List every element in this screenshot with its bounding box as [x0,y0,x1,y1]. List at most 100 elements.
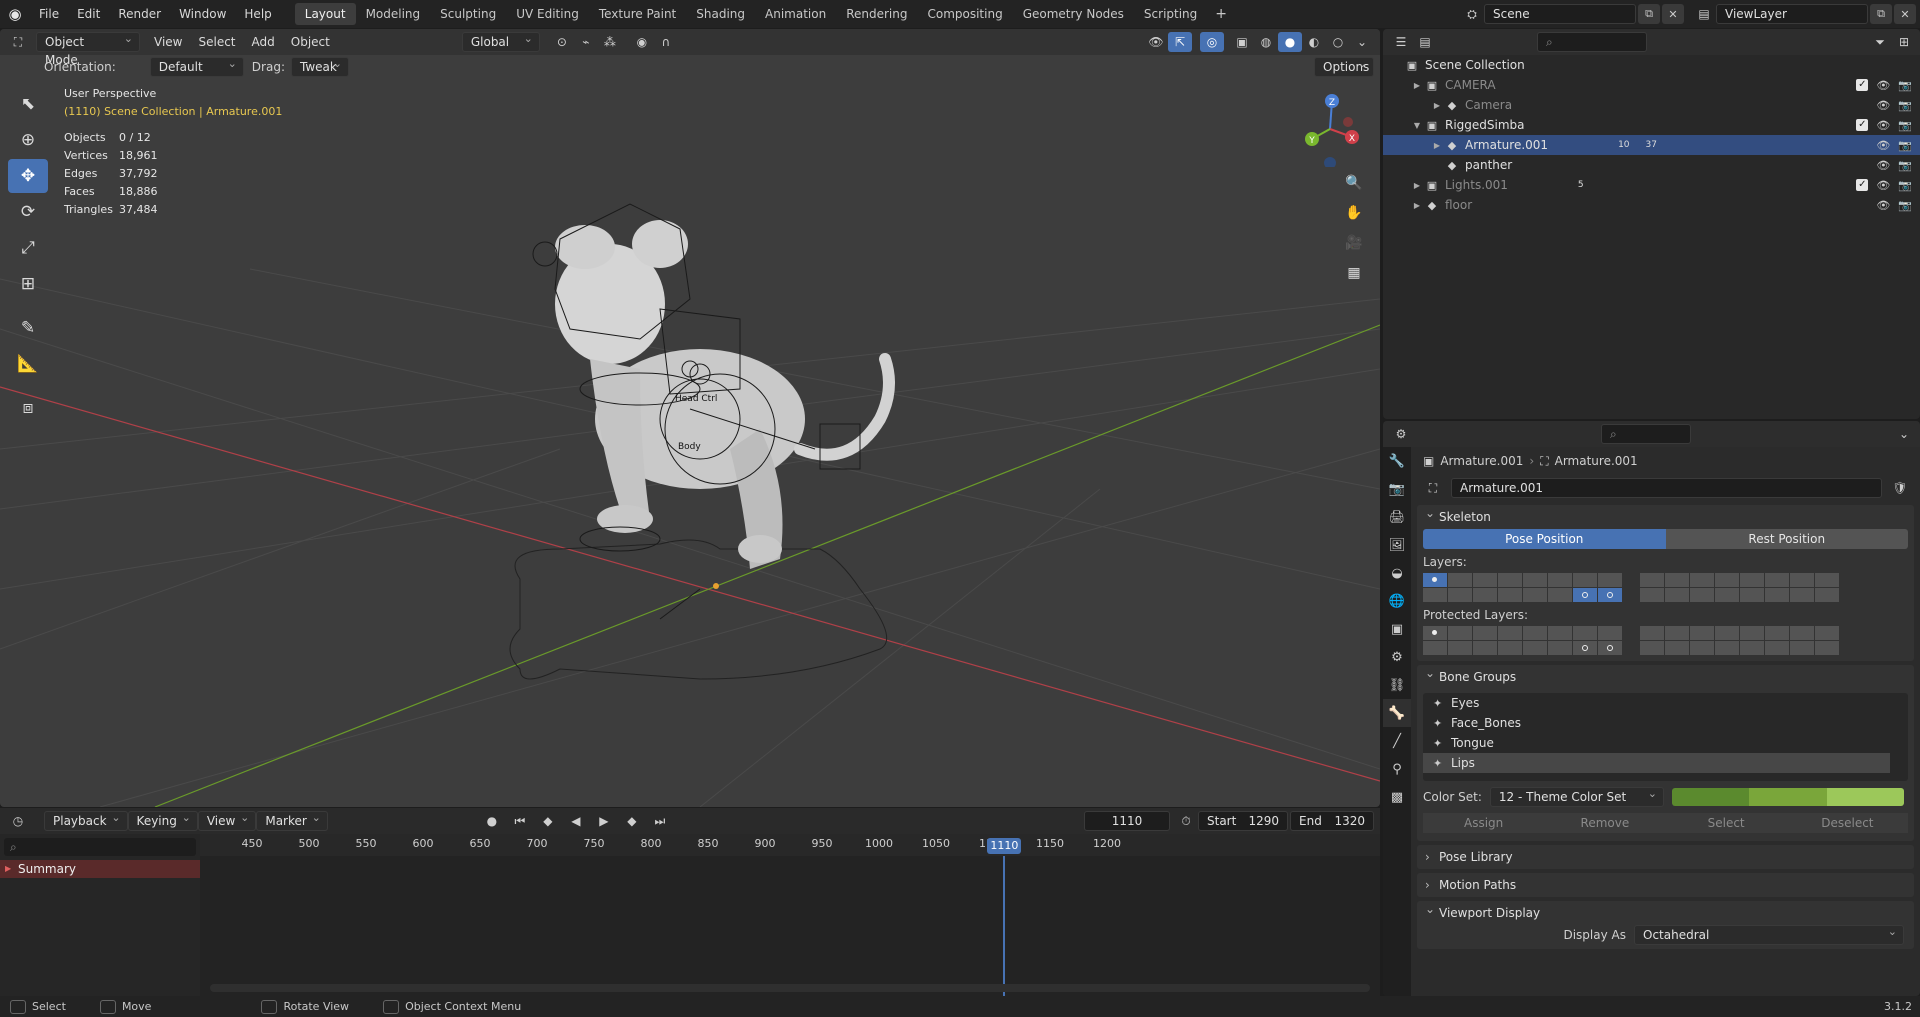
bone-group-remove-button[interactable]: Remove [1544,813,1666,833]
falloff-icon[interactable]: ∩ [654,32,678,52]
timeline-editor-type-icon[interactable]: ◷ [6,811,30,831]
summary-channel[interactable]: Summary [0,860,200,878]
gizmo-toggle-icon[interactable]: ⇱ [1168,32,1192,52]
layer-cell[interactable] [1790,626,1814,640]
tab-geometry-nodes[interactable]: Geometry Nodes [1013,3,1134,25]
fake-user-icon[interactable]: 🛡 [1888,478,1912,498]
shading-options-icon[interactable]: ⌄ [1350,32,1374,52]
outliner-row-lights-001[interactable]: ▶ ▣ Lights.001 5 ✓ 👁 📷 [1383,175,1920,195]
neg-z-axis-handle[interactable] [1324,157,1336,167]
start-frame-field[interactable]: Start 1290 [1198,811,1288,831]
render-camera-icon[interactable]: 📷 [1898,119,1912,132]
layer-cell[interactable] [1640,573,1664,587]
editor-type-icon[interactable]: ⛶ [6,32,30,52]
end-frame-field[interactable]: End 1320 [1290,811,1374,831]
expand-arrow-icon[interactable]: ▶ [1411,181,1423,190]
layer-cell[interactable] [1715,573,1739,587]
overlays-toggle-icon[interactable]: ◎ [1200,32,1224,52]
layer-cell[interactable] [1715,588,1739,602]
tab-animation[interactable]: Animation [755,3,836,25]
exclude-checkbox[interactable]: ✓ [1856,179,1869,191]
layer-cell[interactable] [1665,588,1689,602]
tab-sculpting[interactable]: Sculpting [430,3,506,25]
armature-name-field[interactable]: Armature.001 [1451,478,1882,498]
layer-cell[interactable] [1548,573,1572,587]
visibility-eye-icon[interactable]: 👁 [1876,159,1890,172]
layer-cell[interactable] [1765,626,1789,640]
layer-cell[interactable] [1523,626,1547,640]
layer-cell[interactable] [1690,588,1714,602]
pan-hand-icon[interactable]: ✋ [1340,199,1368,227]
layer-cell[interactable] [1573,573,1597,587]
layer-cell[interactable] [1448,641,1472,655]
layer-cell[interactable] [1665,573,1689,587]
layer-cell[interactable] [1740,626,1764,640]
proportional-edit-icon[interactable]: ◉ [630,32,654,52]
layer-cell[interactable] [1665,641,1689,655]
tab-modeling[interactable]: Modeling [356,3,431,25]
exclude-checkbox[interactable]: ✓ [1856,79,1869,91]
drag-dropdown[interactable]: Tweak [290,55,349,77]
scene-field[interactable]: Scene [1484,4,1636,24]
layer-cell[interactable] [1473,588,1497,602]
camera-view-icon[interactable]: 🎥 [1340,229,1368,257]
visibility-eye-icon[interactable]: 👁 [1876,199,1890,212]
layer-cell[interactable] [1640,588,1664,602]
pose-position-button[interactable]: Pose Position [1423,529,1666,549]
layer-cell[interactable] [1715,641,1739,655]
outliner-search-input[interactable]: ⌕ [1537,32,1647,52]
layer-cell[interactable] [1448,588,1472,602]
options-dropdown[interactable]: Options [1314,55,1374,77]
current-frame-field[interactable]: 1110 [1084,811,1170,831]
xray-toggle-icon[interactable]: ▣ [1230,32,1254,52]
layer-cell[interactable] [1498,573,1522,587]
layer-cell[interactable] [1815,641,1839,655]
color-set-swatch[interactable] [1671,788,1904,806]
world-tab-icon[interactable]: 🌐 [1383,587,1411,615]
layer-cell[interactable] [1790,573,1814,587]
play-icon[interactable]: ▶ [592,811,616,831]
pivot-point-icon[interactable]: ⊙ [550,32,574,52]
wireframe-shading-icon[interactable]: ◍ [1254,32,1278,52]
bone-group-item[interactable]: ✦ Tongue [1423,733,1908,753]
layer-cell[interactable] [1598,626,1622,640]
layer-cell[interactable] [1523,641,1547,655]
jump-start-icon[interactable]: ⏮ [508,811,532,831]
playhead-frame-badge[interactable]: 1110 [987,838,1022,854]
navigation-gizmo[interactable]: Z X Y [1300,87,1360,167]
menu-file[interactable]: File [30,0,68,28]
layer-cell[interactable] [1423,588,1447,602]
tab-layout[interactable]: Layout [294,3,356,25]
material-shading-icon[interactable]: ◐ [1302,32,1326,52]
jump-end-icon[interactable]: ⏭ [648,811,672,831]
scene-browse-icon[interactable]: ⛭ [1460,4,1484,24]
layer-cell[interactable] [1498,626,1522,640]
bone-group-select-button[interactable]: Select [1665,813,1787,833]
layer-cell[interactable] [1523,573,1547,587]
menu-help[interactable]: Help [235,0,280,28]
move-tool-icon[interactable]: ✥ [8,159,48,193]
layer-cell[interactable] [1715,626,1739,640]
render-camera-icon[interactable]: 📷 [1898,159,1912,172]
blender-logo-icon[interactable]: ◉ [0,0,30,28]
viewport-menu-object[interactable]: Object [283,32,338,52]
layer-cell[interactable] [1665,626,1689,640]
timeline-menu-playback[interactable]: Playback [44,809,128,831]
new-scene-button[interactable]: ⧉ [1638,4,1660,24]
tab-scripting[interactable]: Scripting [1134,3,1207,25]
jump-keyframe-forward-icon[interactable]: ◆ [620,811,644,831]
rendered-shading-icon[interactable]: ○ [1326,32,1350,52]
layer-cell[interactable] [1790,588,1814,602]
menu-window[interactable]: Window [170,0,235,28]
visibility-eye-icon[interactable]: 👁 [1876,79,1890,92]
auto-keying-icon[interactable]: ● [480,811,504,831]
layer-cell[interactable] [1423,573,1447,587]
layer-cell[interactable] [1690,573,1714,587]
layer-cell[interactable] [1640,641,1664,655]
layer-cell[interactable] [1498,641,1522,655]
outliner-row-armature-001[interactable]: ▶ ◆ Armature.001 10 37 👁 📷 [1383,135,1920,155]
display-mode-icon[interactable]: ▤ [1413,32,1437,52]
outliner-row-camera[interactable]: ▶ ◆ Camera 👁 📷 [1383,95,1920,115]
properties-options-icon[interactable]: ⌄ [1892,424,1916,444]
layer-cell[interactable] [1690,641,1714,655]
